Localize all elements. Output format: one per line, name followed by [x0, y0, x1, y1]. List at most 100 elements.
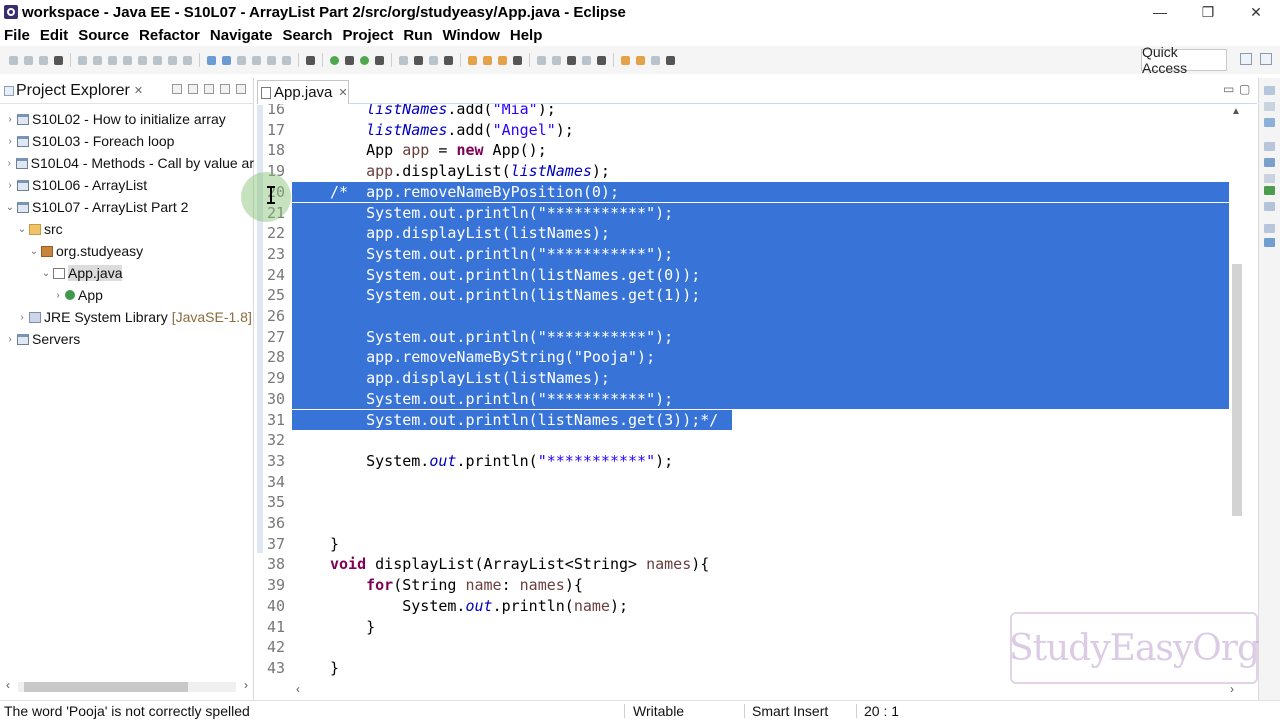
code-line[interactable]: 26	[257, 306, 1229, 327]
code-line[interactable]: 29 app.displayList(listNames);	[257, 368, 1229, 389]
class-dropdown-icon[interactable]	[444, 55, 453, 65]
menu-source[interactable]: Source	[78, 27, 129, 44]
collapse-all-icon[interactable]	[172, 84, 182, 94]
explorer-horizontal-scrollbar[interactable]: ‹ ›	[4, 678, 250, 694]
code-line[interactable]: 17 listNames.add("Angel");	[257, 120, 1229, 141]
chevron-right-icon[interactable]: ›	[4, 334, 16, 345]
close-icon[interactable]: ✕	[134, 84, 143, 97]
project-explorer-tab[interactable]: Project Explorer ✕	[0, 78, 254, 104]
code-line[interactable]: 37}	[257, 534, 1229, 555]
run-dropdown-icon[interactable]	[345, 55, 354, 65]
restore-view-icon[interactable]	[1264, 86, 1275, 95]
view-menu-icon[interactable]	[204, 84, 214, 94]
tree-item[interactable]: › S10L02 - How to initialize array	[0, 108, 254, 130]
servers-icon[interactable]	[1264, 186, 1275, 195]
tree-item[interactable]: › App	[0, 284, 254, 306]
minimize-view-icon[interactable]	[220, 84, 230, 94]
chevron-right-icon[interactable]: ›	[4, 158, 15, 169]
scroll-right-icon[interactable]: ›	[1230, 682, 1234, 696]
console-icon[interactable]	[1264, 238, 1275, 247]
code-area[interactable]: 16 listNames.add("Mia"); 17 listNames.add…	[257, 104, 1229, 689]
scroll-thumb[interactable]	[1232, 264, 1242, 516]
open-perspective-icon[interactable]	[1240, 53, 1252, 65]
terminate-icon[interactable]	[123, 55, 132, 65]
open-task-icon[interactable]	[483, 55, 492, 65]
tree-item[interactable]: ⌄ src	[0, 218, 254, 240]
code-line[interactable]: 35	[257, 492, 1229, 513]
code-line[interactable]: 16 listNames.add("Mia");	[257, 104, 1229, 120]
chevron-right-icon[interactable]: ›	[4, 114, 16, 125]
annotation-icon[interactable]	[537, 55, 546, 65]
menu-run[interactable]: Run	[403, 27, 432, 44]
open-type-icon[interactable]	[207, 55, 216, 65]
tree-item[interactable]: › S10L06 - ArrayList	[0, 174, 254, 196]
search-dropdown-icon[interactable]	[513, 55, 522, 65]
menu-search[interactable]: Search	[282, 27, 332, 44]
tree-item[interactable]: › JRE System Library [JavaSE-1.8]	[0, 306, 254, 328]
link-editor-icon[interactable]	[188, 84, 198, 94]
menu-navigate[interactable]: Navigate	[210, 27, 273, 44]
menu-help[interactable]: Help	[510, 27, 543, 44]
code-line[interactable]: 24 System.out.println(listNames.get(0));	[257, 264, 1229, 286]
chevron-right-icon[interactable]: ›	[4, 180, 16, 191]
restore-button[interactable]: ❐	[1184, 0, 1232, 24]
chevron-down-icon[interactable]: ⌄	[4, 202, 16, 213]
tree-item[interactable]: › S10L04 - Methods - Call by value ar	[0, 152, 254, 174]
step-into-icon[interactable]	[153, 55, 162, 65]
server-icon[interactable]	[237, 55, 246, 65]
code-line[interactable]: 38 void displayList(ArrayList<String> nam…	[257, 554, 1229, 575]
disconnect-icon[interactable]	[138, 55, 147, 65]
new-java-project-icon[interactable]	[399, 55, 408, 65]
debug-icon[interactable]	[360, 55, 369, 65]
tab-app-java[interactable]: App.java ✕	[257, 80, 349, 104]
forward-icon[interactable]	[651, 55, 660, 65]
forward-dropdown-icon[interactable]	[666, 55, 675, 65]
data-source-icon[interactable]	[1264, 202, 1275, 211]
chevron-right-icon[interactable]: ›	[16, 312, 28, 323]
debug-dropdown-icon[interactable]	[375, 55, 384, 65]
code-line[interactable]: 32	[257, 430, 1229, 451]
tree-item[interactable]: ⌄ App.java	[0, 262, 254, 284]
chevron-down-icon[interactable]: ⌄	[16, 224, 28, 235]
task-list-icon[interactable]	[1264, 118, 1275, 127]
minimize-button[interactable]: —	[1136, 0, 1184, 24]
code-line[interactable]: 30 System.out.println("***********");	[257, 388, 1229, 410]
grid-icon[interactable]	[282, 55, 291, 65]
gear-icon[interactable]	[306, 55, 315, 65]
toggle-mark-icon[interactable]	[222, 55, 231, 65]
menu-edit[interactable]: Edit	[40, 27, 68, 44]
run-icon[interactable]	[330, 55, 339, 65]
chevron-down-icon[interactable]: ⌄	[40, 268, 52, 279]
code-line[interactable]: 34	[257, 472, 1229, 493]
open-folder-icon[interactable]	[468, 55, 477, 65]
tree-item[interactable]: ⌄ org.studyeasy	[0, 240, 254, 262]
back-icon[interactable]	[621, 55, 630, 65]
maximize-editor-icon[interactable]: ▢	[1239, 82, 1250, 96]
skip-breakpoints-icon[interactable]	[78, 55, 87, 65]
quick-access-field[interactable]: Quick Access	[1141, 44, 1227, 76]
close-icon[interactable]: ✕	[338, 86, 347, 99]
code-line[interactable]: 27 System.out.println("***********");	[257, 326, 1229, 348]
markers-icon[interactable]	[1264, 158, 1275, 167]
tree-item[interactable]: › S10L03 - Foreach loop	[0, 130, 254, 152]
scroll-up-icon[interactable]: ▲	[1231, 106, 1241, 117]
menu-refactor[interactable]: Refactor	[139, 27, 200, 44]
menu-project[interactable]: Project	[342, 27, 393, 44]
scroll-thumb[interactable]	[24, 682, 188, 692]
new-class-icon[interactable]	[429, 55, 438, 65]
code-line[interactable]: 25 System.out.println(listNames.get(1));	[257, 285, 1229, 306]
minimize-editor-icon[interactable]: ▭	[1223, 82, 1234, 96]
maximize-view-icon[interactable]	[236, 84, 246, 94]
code-line[interactable]: 20/* app.removeNameByPosition(0);	[257, 181, 1229, 203]
save-all-icon[interactable]	[39, 55, 48, 65]
chevron-right-icon[interactable]: ›	[52, 290, 64, 301]
new-icon[interactable]	[9, 55, 18, 65]
code-line[interactable]: 31 System.out.println(listNames.get(3));…	[257, 409, 1229, 431]
next-dropdown-icon[interactable]	[597, 55, 606, 65]
prev-annotation-icon[interactable]	[552, 55, 561, 65]
tree-item[interactable]: ⌄ S10L07 - ArrayList Part 2	[0, 196, 254, 218]
chevron-down-icon[interactable]: ⌄	[28, 246, 40, 257]
code-line[interactable]: 19 app.displayList(listNames);	[257, 161, 1229, 182]
chevron-right-icon[interactable]: ›	[4, 136, 16, 147]
properties-icon[interactable]	[1264, 174, 1275, 183]
